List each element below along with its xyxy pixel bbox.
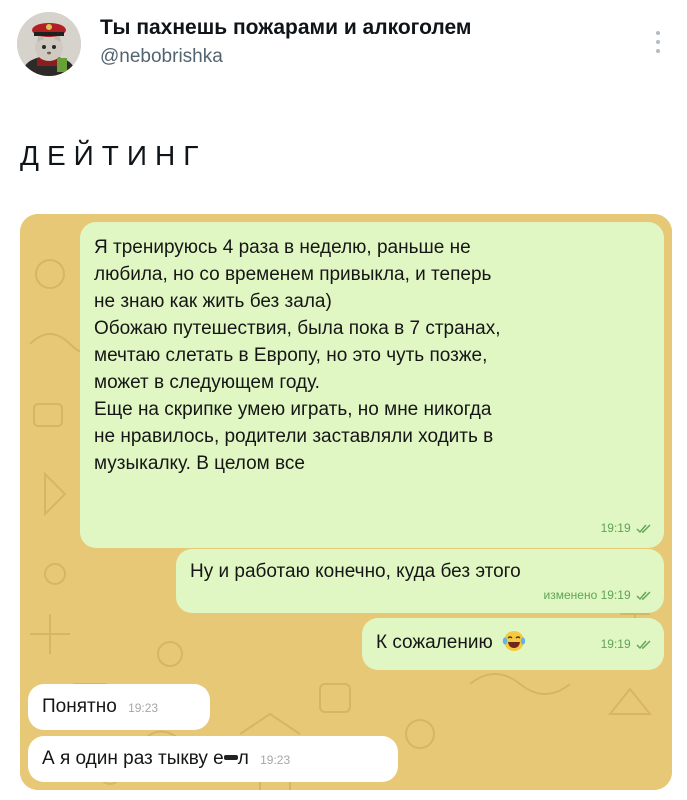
message-line: не нравилось, родители заставляли ходить… [94,426,494,447]
crying-laughing-emoji [502,631,526,651]
edited-label: изменено [543,588,598,602]
message-bubble-incoming[interactable]: А я один раз тыкву е л 19:23 [28,736,398,782]
more-vertical-icon[interactable] [648,28,668,56]
message-time: 19:23 [128,701,159,715]
censor-sunglasses-icon [221,754,238,760]
chat-screenshot: Я тренируюсь 4 раза в неделю, раньше не … [20,214,672,790]
message-line: мечтаю слетать в Европу, но это чуть поз… [94,345,488,366]
message-meta: 19:19 [601,515,652,542]
display-name[interactable]: Ты пахнешь пожарами и алкоголем [100,16,471,40]
message-meta: изменено 19:19 [544,582,652,609]
message-time: 19:19 [600,588,631,602]
message-text: К сожалению [376,632,493,653]
message-line: любила, но со временем привыкла, и тепер… [94,264,492,285]
message-line: не знаю как жить без зала) [94,291,332,312]
message-time: 19:19 [600,521,631,535]
message-bubble-outgoing[interactable]: Ну и работаю конечно, куда без этого изм… [176,549,664,613]
tweet-header: Ты пахнешь пожарами и алкоголем @nebobri… [0,0,687,95]
message-text-end: л [237,748,249,769]
tweet-text: ДЕЙТИНГ [20,140,207,171]
message-line: музыкалку. В целом все [94,453,305,474]
message-text: Понятно [42,696,117,717]
message-bubble-outgoing[interactable]: К сожалению 19:19 [362,618,664,670]
message-text: Ну и работаю конечно, куда без этого [190,561,521,582]
user-handle[interactable]: @nebobrishka [100,46,223,68]
message-text: А я один раз тыкву е [42,748,224,769]
avatar-cat-icon [17,12,81,76]
message-line: Еще на скрипке умею играть, но мне никог… [94,399,492,420]
message-time: 19:19 [600,637,631,651]
double-check-icon [636,524,651,533]
message-line: Обожаю путешествия, была пока в 7 страна… [94,318,501,339]
double-check-icon [636,640,651,649]
message-bubble-incoming[interactable]: Понятно 19:23 [28,684,210,730]
message-bubble-outgoing[interactable]: Я тренируюсь 4 раза в неделю, раньше не … [80,222,664,548]
message-time: 19:23 [260,753,291,767]
message-meta: 19:19 [601,631,652,658]
message-line: может в следующем году. [94,372,320,393]
double-check-icon [636,591,651,600]
avatar[interactable] [17,12,81,76]
message-line: Я тренируюсь 4 раза в неделю, раньше не [94,237,471,258]
